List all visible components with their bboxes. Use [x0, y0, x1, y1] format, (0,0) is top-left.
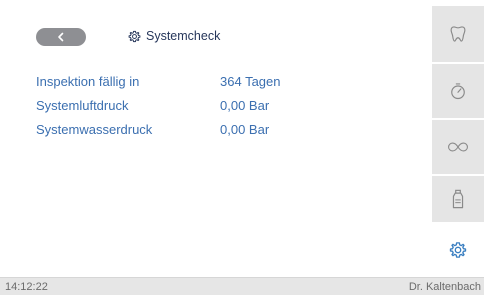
header: Systemcheck	[36, 28, 426, 48]
page-title: Systemcheck	[146, 29, 221, 43]
sidebar	[432, 0, 484, 276]
bottle-icon	[452, 189, 464, 209]
screen: Systemcheck Inspektion fällig in 364 Tag…	[0, 0, 484, 295]
info-value: 0,00 Bar	[220, 122, 270, 137]
info-label: Systemwasserdruck	[36, 122, 153, 137]
info-value: 364 Tagen	[220, 74, 281, 89]
sidebar-item-tooth[interactable]	[432, 6, 484, 62]
info-label: Systemluftdruck	[36, 98, 129, 113]
status-time: 14:12:22	[5, 281, 48, 293]
timer-icon	[451, 83, 465, 100]
info-value: 0,00 Bar	[220, 98, 270, 113]
infinity-icon	[448, 142, 468, 152]
info-label: Inspektion fällig in	[36, 74, 140, 89]
sidebar-item-infinity[interactable]	[432, 120, 484, 174]
chevron-left-icon	[58, 32, 64, 42]
header-title-group: Systemcheck	[128, 29, 220, 43]
main-panel: Systemcheck Inspektion fällig in 364 Tag…	[0, 0, 432, 276]
status-brand: Dr. Kaltenbach	[408, 281, 481, 293]
sidebar-item-timer[interactable]	[432, 64, 484, 118]
status-bar: 14:12:22 Dr. Kaltenbach	[0, 277, 484, 295]
sidebar-item-bottle[interactable]	[432, 176, 484, 222]
tooth-icon	[450, 26, 466, 42]
gear-icon	[449, 242, 467, 258]
gear-icon	[128, 30, 141, 42]
sidebar-item-settings[interactable]	[432, 224, 484, 276]
back-button[interactable]	[36, 28, 86, 46]
